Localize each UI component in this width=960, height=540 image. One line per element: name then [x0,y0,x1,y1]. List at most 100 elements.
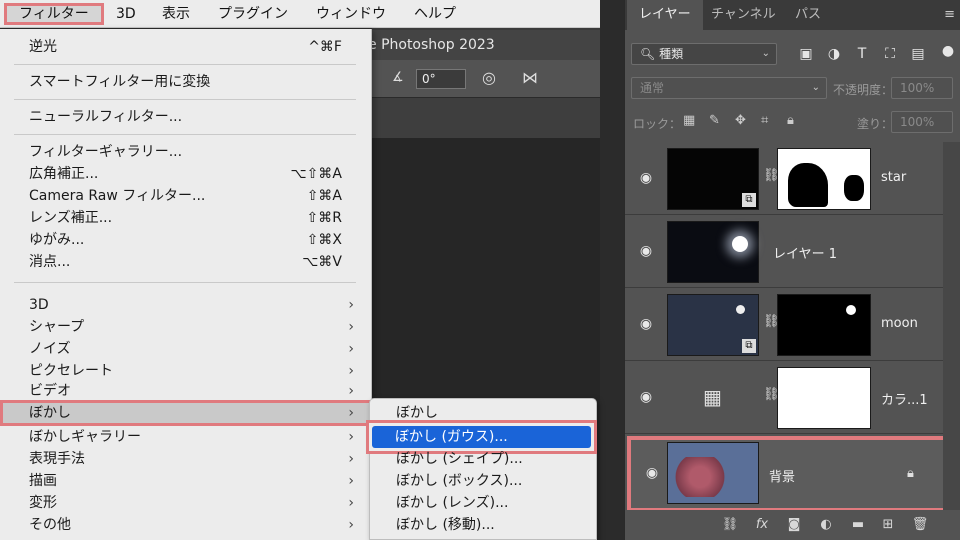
shortcut: ⌥⇧⌘A [290,166,342,182]
separator [14,134,356,135]
menu-item-blur-gallery[interactable]: ぼかしギャラリー › [0,426,372,448]
chevron-right-icon: › [348,363,354,379]
menu-item-noise[interactable]: ノイズ › [0,338,372,360]
layer-name[interactable]: カラ...1 [881,389,928,408]
menu-item-adaptive-wide-angle[interactable]: 広角補正... ⌥⇧⌘A [0,163,372,185]
menu-item-vanishing-point[interactable]: 消点... ⌥⌘V [0,251,372,273]
lock-transparent-icon[interactable]: ▦ [683,113,695,128]
options-bar: ∡ 0° ◎ ⋈ [372,60,600,98]
submenu-item-lens-blur[interactable]: ぼかし (レンズ)... [370,492,598,514]
menu-item-lens-correction[interactable]: レンズ補正... ⇧⌘R [0,207,372,229]
menu-item-neural-filters[interactable]: ニューラルフィルター... [0,106,372,128]
layer-name[interactable]: star [881,170,906,185]
layer-row-star[interactable]: ◉ ⧉ ⛓ star [625,142,943,215]
shape-layer-filter-icon[interactable]: ⛶ [881,45,899,63]
layer-name[interactable]: moon [881,316,918,331]
shortcut: ⇧⌘X [306,232,342,248]
menu-view[interactable]: 表示 [162,3,190,25]
group-folder-icon[interactable]: ▬ [849,516,867,534]
lock-image-icon[interactable]: ✎ [709,113,720,128]
target-icon[interactable]: ◎ [482,68,496,87]
menu-plugins[interactable]: プラグイン [218,3,288,25]
blend-mode-dropdown[interactable]: 通常 ⌄ [631,77,827,99]
eye-icon[interactable]: ◉ [635,170,657,186]
shortcut: ⌥⌘V [302,254,342,270]
tab-paths[interactable]: パス [783,0,833,30]
fx-icon[interactable]: fx [753,516,771,534]
chevron-right-icon: › [348,405,354,421]
menu-item-render[interactable]: 描画 › [0,470,372,492]
menu-item-distort[interactable]: 変形 › [0,492,372,514]
layer-mask-thumbnail [777,367,871,429]
menu-item-blur[interactable]: ぼかし › [0,400,372,426]
opacity-value: 100% [900,81,935,95]
angle-icon: ∡ [392,70,404,85]
menu-item-video[interactable]: ビデオ › [0,380,372,402]
menu-item-pixelate[interactable]: ピクセレート › [0,360,372,382]
type-layer-filter-icon[interactable]: T [853,45,871,63]
menu-3d[interactable]: 3D [116,3,136,25]
layer-name[interactable]: 背景 [769,466,795,485]
menu-item-filter-gallery[interactable]: フィルターギャラリー... [0,141,372,163]
lock-icon[interactable]: 🔒︎ [907,466,914,481]
selection-highlight: ぼかし (ガウス)... [372,426,591,448]
butterfly-icon[interactable]: ⋈ [522,68,538,87]
layers-scrollbar[interactable] [943,142,960,512]
menu-bar: フィルター 3D 表示 プラグイン ウィンドウ ヘルプ [0,0,600,28]
adjustment-layer-icon[interactable]: ◐ [817,516,835,534]
layer-row-moon[interactable]: ◉ ⧉ ⛓ moon [625,288,943,361]
trash-icon[interactable]: 🗑︎ [911,516,929,534]
tab-channels[interactable]: チャンネル [699,0,788,30]
menu-item-convert-smart-filter[interactable]: スマートフィルター用に変換 [0,71,372,93]
eye-icon[interactable]: ◉ [635,316,657,332]
menu-item-3d[interactable]: 3D › [0,294,372,316]
lock-all-icon[interactable]: 🔒︎ [787,113,794,128]
menu-item-liquify[interactable]: ゆがみ... ⇧⌘X [0,229,372,251]
submenu-item-shape-blur[interactable]: ぼかし (シェイプ)... [370,448,598,470]
submenu-item-box-blur[interactable]: ぼかし (ボックス)... [370,470,598,492]
smart-object-filter-icon[interactable]: ▤ [909,45,927,63]
menu-item-sharpen[interactable]: シャープ › [0,316,372,338]
layer-row-background[interactable]: ◉ 背景 🔒︎ [627,436,959,512]
separator [14,99,356,100]
menu-item-stylize[interactable]: 表現手法 › [0,448,372,470]
lock-artboard-icon[interactable]: ⌗ [761,113,768,128]
layer-mask-thumbnail [777,148,871,210]
opacity-input[interactable]: 100% [891,77,953,99]
shortcut: ^⌘F [308,39,342,55]
add-mask-icon[interactable]: ◙ [785,516,803,534]
link-layers-icon[interactable]: ⛓ [721,516,739,534]
adjustment-layer-filter-icon[interactable]: ◑ [825,45,843,63]
angle-input[interactable]: 0° [416,69,466,89]
fill-input[interactable]: 100% [891,111,953,133]
layer-name[interactable]: レイヤー 1 [773,243,837,262]
submenu-item-motion-blur[interactable]: ぼかし (移動)... [370,514,598,536]
chevron-right-icon: › [348,383,354,399]
lock-position-icon[interactable]: ✥ [735,113,746,128]
shortcut: ⇧⌘R [306,210,342,226]
eye-icon[interactable]: ◉ [635,243,657,259]
menu-item-camera-raw[interactable]: Camera Raw フィルター... ⇧⌘A [0,185,372,207]
menu-item-other[interactable]: その他 › [0,514,372,536]
chevron-right-icon: › [348,495,354,511]
menu-filter[interactable]: フィルター [4,3,104,25]
menu-help[interactable]: ヘルプ [414,3,456,25]
fill-label: 塗り： [857,117,894,131]
pixel-layer-filter-icon[interactable]: ▣ [797,45,815,63]
chevron-right-icon: › [348,517,354,533]
new-layer-icon[interactable]: ⊞ [879,516,897,534]
chevron-right-icon: › [348,429,354,445]
menu-window[interactable]: ウィンドウ [316,3,386,25]
layer-row-color-fill[interactable]: ◉ ▦ ⛓ カラ...1 [625,361,943,434]
blend-mode-value: 通常 [640,81,665,95]
filter-toggle-icon[interactable]: ● [939,42,957,60]
eye-icon[interactable]: ◉ [641,465,663,481]
panel-menu-icon[interactable]: ≡ [944,7,955,22]
filter-type-dropdown[interactable]: 🔍︎ 種類 ⌄ [631,43,777,65]
tab-layers[interactable]: レイヤー [627,0,703,30]
menu-item-reapply[interactable]: 逆光 ^⌘F [0,36,372,58]
eye-icon[interactable]: ◉ [635,389,657,405]
layer-thumbnail [667,221,759,283]
layer-row-layer1[interactable]: ◉ レイヤー 1 [625,215,943,288]
adjustment-grid-icon: ▦ [703,385,722,409]
